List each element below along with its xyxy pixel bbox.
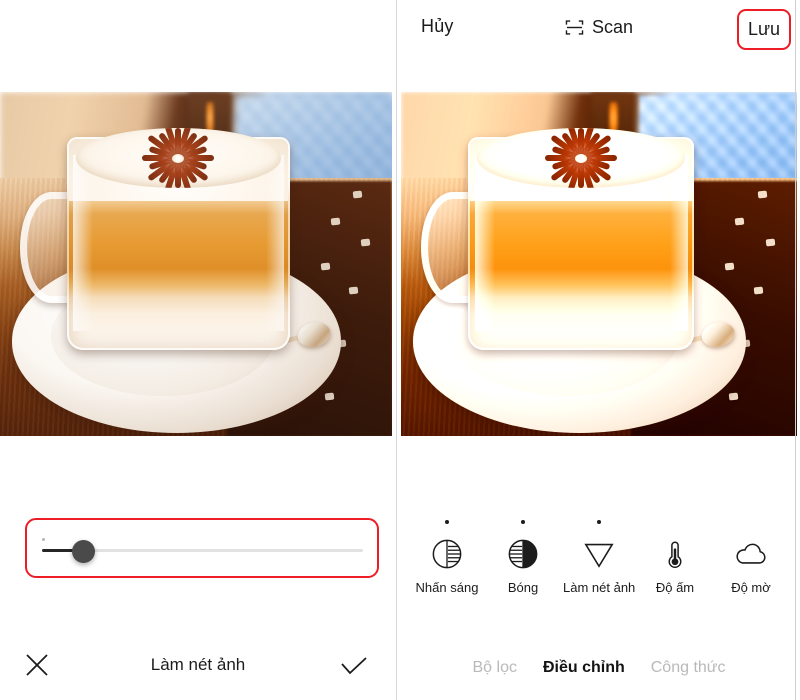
- tool-cloud-blur[interactable]: Độ mờ: [715, 520, 787, 595]
- tool-label: Độ mờ: [731, 580, 771, 595]
- thermometer-icon: [639, 534, 711, 574]
- tool-label: Làm nét ảnh: [563, 580, 636, 595]
- adjustment-tool-strip: Nhấn sáng Bóng Làm nét ảnh Độ ấm Độ mờ: [397, 520, 800, 630]
- save-button[interactable]: Lưu: [737, 9, 791, 50]
- editor-top-bar: Hủy Scan Lưu: [397, 0, 800, 60]
- tab-adjust[interactable]: Điều chỉnh: [543, 659, 625, 677]
- glass-mug: [420, 128, 695, 350]
- tool-sharpen-triangle[interactable]: Làm nét ảnh: [563, 520, 635, 595]
- before-panel: Làm nét ảnh: [0, 0, 396, 700]
- sharpen-slider-highlight: [25, 518, 379, 578]
- latte-art-center: [172, 153, 185, 163]
- sharpened-photo[interactable]: [401, 92, 797, 436]
- tool-shadows[interactable]: Bóng: [487, 520, 559, 595]
- modified-indicator-dot: [521, 520, 525, 524]
- slider-thumb[interactable]: [72, 539, 96, 563]
- modified-indicator-dot: [597, 520, 601, 524]
- check-icon[interactable]: [340, 656, 368, 676]
- latte-art: [75, 128, 282, 188]
- sharpen-triangle-icon: [563, 534, 635, 574]
- tool-thermometer[interactable]: Độ ấm: [639, 520, 711, 595]
- glass-highlight-right: [669, 155, 688, 332]
- original-photo[interactable]: [0, 92, 392, 436]
- photo-scene-sharpened: [401, 92, 797, 436]
- after-panel: Hủy Scan Lưu Nhấn sáng Bóng Làm nét ảnh …: [396, 0, 800, 700]
- latte-art: [477, 128, 685, 188]
- spoon-bowl: [699, 319, 738, 351]
- tab-presets[interactable]: Công thức: [651, 659, 726, 677]
- current-adjustment-title: Làm nét ảnh: [150, 655, 246, 674]
- edit-action-bar: Làm nét ảnh: [0, 634, 396, 700]
- cloud-blur-icon: [715, 534, 787, 574]
- tab-filters[interactable]: Bộ lọc: [473, 659, 517, 677]
- glass-highlight-right: [266, 155, 284, 332]
- glass-mug: [19, 128, 291, 350]
- scan-label: Scan: [591, 17, 634, 37]
- tool-label: Bóng: [507, 580, 539, 595]
- glass-highlight-left: [73, 155, 93, 332]
- save-label: Lưu: [747, 19, 781, 39]
- highlights-icon: [411, 534, 483, 574]
- tool-label: Nhấn sáng: [415, 580, 479, 595]
- editor-tab-bar: Bộ lọc Điều chỉnh Công thức: [397, 636, 800, 700]
- photo-editor-screen: Làm nét ảnh Hủy Scan Lưu Nhấn sáng Bóng …: [0, 0, 800, 700]
- tool-highlights[interactable]: Nhấn sáng: [411, 520, 483, 595]
- tool-label: Độ ấm: [655, 580, 695, 595]
- scan-document-icon: [565, 19, 584, 36]
- shadows-icon: [487, 534, 559, 574]
- sharpen-slider[interactable]: [42, 538, 363, 563]
- panel-edge-line: [795, 0, 796, 700]
- modified-indicator-dot: [445, 520, 449, 524]
- slider-min-tick: [42, 538, 45, 541]
- photo-scene: [0, 92, 392, 436]
- latte-art-center: [575, 153, 588, 163]
- spoon-bowl: [295, 319, 334, 351]
- glass-highlight-left: [474, 155, 495, 332]
